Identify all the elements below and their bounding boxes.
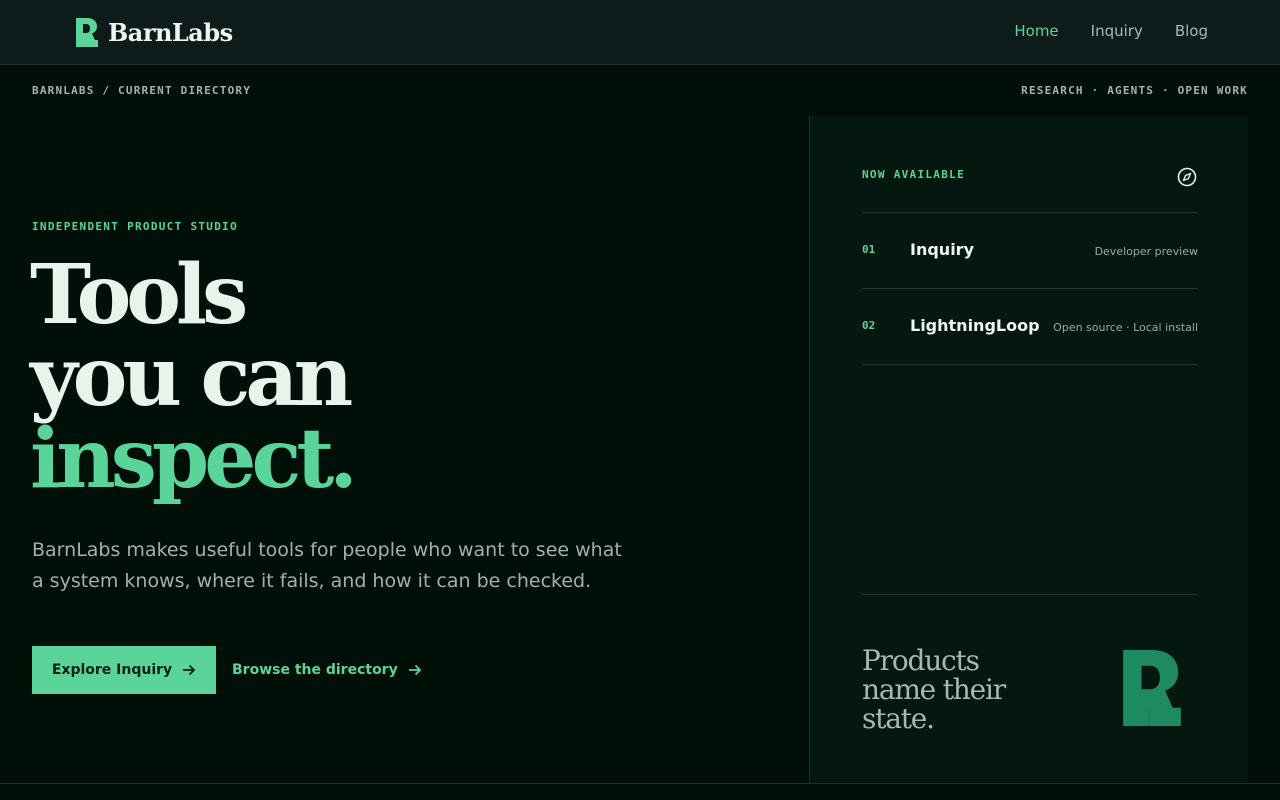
tagline-line-2: name their <box>862 673 1006 706</box>
tagline-line-3: state. <box>862 702 935 735</box>
nav-item-home[interactable]: Home <box>1014 22 1058 40</box>
nav-item-blog[interactable]: Blog <box>1175 22 1208 40</box>
topic-tags: RESEARCH · AGENTS · OPEN WORK <box>1021 84 1248 97</box>
product-number: 01 <box>862 243 876 256</box>
product-name: LightningLoop <box>910 316 1040 335</box>
browse-directory-label: Browse the directory <box>232 662 398 678</box>
hero-headline: Tools you can inspect. <box>30 247 358 507</box>
nav-item-inquiry[interactable]: Inquiry <box>1091 22 1143 40</box>
headline-line-2: you can <box>30 329 353 425</box>
breadcrumb: BARNLABS / CURRENT DIRECTORY <box>32 84 252 97</box>
compass-icon[interactable] <box>1177 167 1197 187</box>
product-number: 02 <box>862 319 876 332</box>
brand-name: BarnLabs <box>108 17 233 47</box>
explore-inquiry-label: Explore Inquiry <box>51 662 173 678</box>
now-available-panel: NOW AVAILABLE 01 Inquiry Developer previ… <box>809 116 1248 784</box>
divider <box>862 594 1198 595</box>
product-status: Open source · Local install <box>1053 321 1198 334</box>
arrow-right-icon <box>183 664 196 676</box>
panel-tagline: Products name their state. <box>862 644 1006 735</box>
arrow-right-icon <box>408 664 421 676</box>
product-name: Inquiry <box>910 240 974 259</box>
brand-mark-large-icon <box>1123 650 1181 726</box>
hero-eyebrow: INDEPENDENT PRODUCT STUDIO <box>32 220 238 233</box>
browse-directory-link[interactable]: Browse the directory <box>232 646 422 694</box>
explore-inquiry-button[interactable]: Explore Inquiry <box>32 646 216 694</box>
product-status: Developer preview <box>1094 245 1198 258</box>
brand-mark-icon <box>76 17 98 47</box>
divider <box>862 364 1198 365</box>
product-row-inquiry[interactable]: 01 Inquiry Developer preview <box>862 212 1198 288</box>
headline-line-1: Tools <box>30 247 248 343</box>
footer-divider <box>0 783 1280 784</box>
main-nav: Home Inquiry Blog <box>1014 22 1208 40</box>
product-row-lightningloop[interactable]: 02 LightningLoop Open source · Local ins… <box>862 288 1198 364</box>
brand-logo-link[interactable]: BarnLabs <box>76 17 233 47</box>
panel-heading: NOW AVAILABLE <box>862 168 965 181</box>
hero-description: BarnLabs makes useful tools for people w… <box>32 539 622 592</box>
top-nav-bar: BarnLabs Home Inquiry Blog <box>0 0 1280 65</box>
headline-line-3: inspect. <box>30 411 358 507</box>
tagline-line-1: Products <box>862 644 980 677</box>
